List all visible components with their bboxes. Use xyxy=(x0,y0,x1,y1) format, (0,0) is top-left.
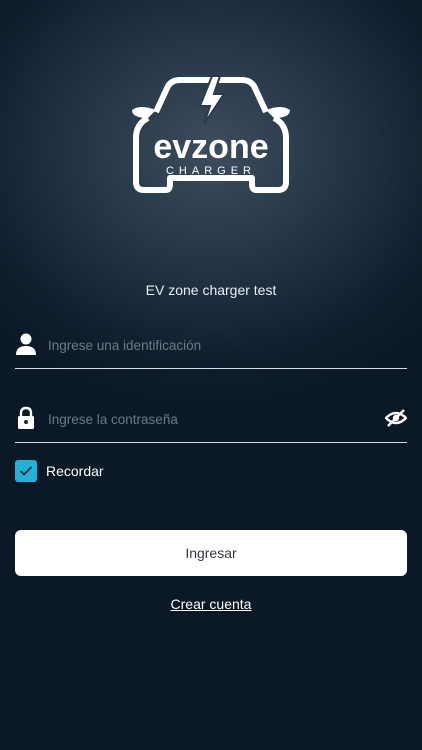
checkmark-icon xyxy=(19,466,33,476)
user-icon xyxy=(16,333,36,355)
logo-wordmark: evzone xyxy=(153,128,268,166)
remember-label: Recordar xyxy=(46,463,104,479)
app-name: EV zone charger test xyxy=(145,282,277,298)
create-account-link[interactable]: Crear cuenta xyxy=(0,596,422,612)
remember-row[interactable]: Recordar xyxy=(15,460,104,482)
username-field xyxy=(15,328,407,369)
password-input[interactable] xyxy=(48,406,378,432)
password-field xyxy=(15,402,407,443)
logo-subtitle: CHARGER xyxy=(166,165,256,177)
login-screen: evzone CHARGER EV zone charger test Rec xyxy=(0,0,422,750)
eye-off-icon[interactable] xyxy=(385,408,407,428)
username-input[interactable] xyxy=(48,332,378,358)
login-button[interactable]: Ingresar xyxy=(15,530,407,576)
evzone-logo: evzone CHARGER xyxy=(132,75,290,193)
remember-checkbox[interactable] xyxy=(15,460,37,482)
lock-icon xyxy=(18,406,34,429)
